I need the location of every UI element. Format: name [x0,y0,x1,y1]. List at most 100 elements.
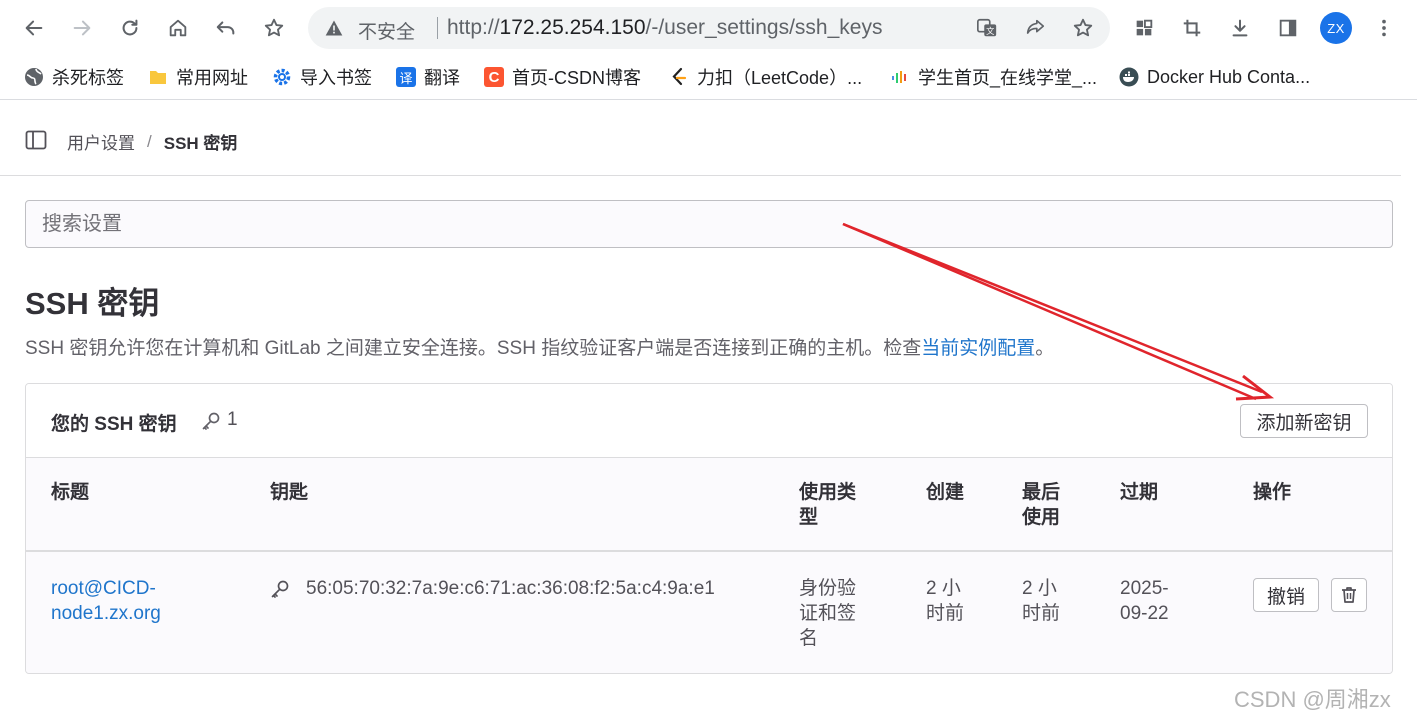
trash-icon [1342,587,1356,603]
home-button[interactable] [162,12,194,44]
delete-key-button[interactable] [1331,578,1367,612]
undo-icon [216,21,235,35]
column-usage-type-line: 使用类 [799,482,857,503]
bookmark-item[interactable]: C 首页-CSDN博客 [484,65,641,89]
side-panel-button[interactable] [1272,12,1304,44]
key-icon [271,580,289,598]
card-title: 您的 SSH 密钥 [51,414,177,435]
bars-logo-icon [892,71,906,83]
table-header: 标题 钥匙 使用类型 创建 最后 使用 过期 操作 [26,458,1392,552]
url-path: /-/user_settings/ssh_keys [645,16,883,39]
arrow-shaft-icon [842,222,1263,401]
csdn-logo-icon: C [484,67,504,87]
arrow-left-icon [25,20,43,36]
bookmark-item[interactable]: 学生首页_在线学堂_... [890,65,1097,89]
bookmark-label: Docker Hub Conta... [1147,66,1311,87]
key-expires-line: 2025- [1120,578,1169,599]
arrow-right-icon [73,20,91,36]
bookmarks-bar: 杀死标签 常用网址 导入书签 译 翻译 C 首页-CSDN博客 力扣（LeetC… [0,56,1417,100]
column-last-used-line: 最后 [1022,482,1061,503]
browser-toolbar: 不安全 http://172.25.254.150/-/user_setting… [0,0,1417,56]
description-end: 。 [1035,338,1055,359]
translate-icon: 译 [396,67,416,87]
bookmark-label: 力扣（LeetCode）... [697,68,863,88]
star-icon[interactable] [1072,17,1094,39]
crop-icon [1183,19,1201,37]
bookmark-label: 翻译 [424,68,460,88]
page-scrollbar[interactable] [1401,56,1417,721]
star-icon [264,18,284,37]
key-created-line: 时前 [926,603,965,624]
bookmark-star-button[interactable] [258,12,290,44]
reload-button[interactable] [114,12,146,44]
breadcrumb-current[interactable]: SSH 密钥 [164,129,238,154]
page-description: SSH 密钥允许您在计算机和 GitLab 之间建立安全连接。SSH 指纹验证客… [25,333,1054,360]
docker-logo-icon [1119,67,1139,87]
more-vertical-icon [1382,19,1386,37]
breadcrumb-separator: / [147,131,152,151]
translate-page-icon[interactable]: 文 [976,17,998,39]
key-created: 2 小时前 [926,576,964,626]
grid-apps-icon [1136,19,1153,36]
column-usage-type-line: 型 [799,507,819,528]
column-title: 标题 [51,482,90,503]
security-status-label[interactable]: 不安全 [358,17,415,44]
key-last-used-line: 时前 [1022,603,1061,624]
bookmark-item[interactable]: 力扣（LeetCode）... [669,65,862,89]
profile-avatar[interactable]: ZX [1320,12,1352,44]
key-created-line: 2 小 [926,578,961,599]
instance-config-link[interactable]: 当前实例配置 [921,338,1035,359]
add-new-key-button[interactable]: 添加新密钥 [1240,404,1368,438]
column-last-used-line: 使用 [1022,507,1061,528]
table-row: root@CICD-node1.zx.org 56:05:70:32:7a:9e… [26,552,1392,673]
revoke-button[interactable]: 撤销 [1253,578,1319,612]
extensions-button[interactable] [1128,12,1160,44]
reload-icon [122,19,138,36]
breadcrumb: 用户设置 / SSH 密钥 [67,129,237,154]
key-last-used: 2 小时前 [1022,576,1060,626]
key-count: 1 [227,409,238,430]
bookmark-item[interactable]: 译 翻译 [396,65,460,89]
back-button[interactable] [18,12,50,44]
home-icon [169,19,187,37]
key-usage-type: 身份验 证和签名 [799,576,856,651]
url-host: 172.25.254.150 [499,16,646,39]
sidebar-toggle-icon[interactable] [24,128,48,152]
key-last-used-line: 2 小 [1022,578,1057,599]
bookmark-folder[interactable]: 常用网址 [148,65,248,89]
settings-search-input[interactable] [25,200,1393,248]
address-bar[interactable]: 不安全 http://172.25.254.150/-/user_setting… [308,7,1110,49]
bookmark-label: 常用网址 [176,68,248,88]
bookmark-item[interactable]: Docker Hub Conta... [1119,65,1310,89]
browser-menu-button[interactable] [1368,12,1400,44]
bookmark-item[interactable]: 导入书签 [272,65,372,89]
leetcode-logo-icon [672,67,687,86]
forward-button[interactable] [66,12,98,44]
key-title-line: root@CICD- [51,578,156,599]
key-title-line: node1.zx.org [51,603,161,624]
warning-icon [325,20,343,36]
share-icon[interactable] [1024,17,1046,39]
column-actions: 操作 [1253,482,1292,503]
undo-button[interactable] [210,12,242,44]
url-scheme: http:// [447,16,500,39]
address-separator [437,17,438,39]
page-title: SSH 密钥 [25,286,160,321]
bookmark-item[interactable]: 杀死标签 [24,65,124,89]
key-usage-line: 身份验 [799,578,857,599]
column-usage-type: 使用类型 [799,480,856,530]
column-expires: 过期 [1120,482,1159,503]
bookmark-label: 杀死标签 [52,68,124,88]
key-title-link[interactable]: root@CICD-node1.zx.org [51,576,161,626]
gear-icon [273,68,291,86]
key-expires-line: 09-22 [1120,603,1169,624]
key-icon [202,412,220,430]
side-panel-icon [1279,19,1297,37]
bookmark-label: 导入书签 [300,68,372,88]
url-text[interactable]: http://172.25.254.150/-/user_settings/ss… [447,16,882,40]
breadcrumb-user-settings[interactable]: 用户设置 [67,129,135,154]
description-text: SSH 密钥允许您在计算机和 GitLab 之间建立安全连接。SSH 指纹验证客… [25,338,922,359]
download-icon [1232,19,1248,37]
crop-button[interactable] [1176,12,1208,44]
download-button[interactable] [1224,12,1256,44]
